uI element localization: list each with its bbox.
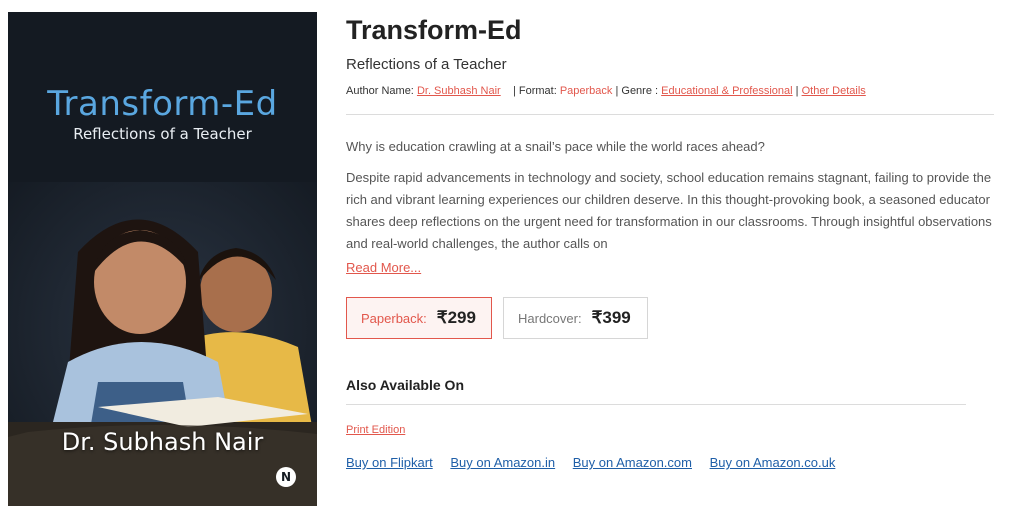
print-edition-link[interactable]: Print Edition (346, 424, 405, 436)
book-title: Transform-Ed (346, 15, 522, 45)
cover-author: Dr. Subhash Nair (61, 428, 264, 456)
cover-illustration (8, 182, 317, 506)
buy-amazon-co-uk-link[interactable]: Buy on Amazon.co.uk (710, 455, 836, 470)
author-label: Author Name: (346, 85, 414, 97)
hardcover-label: Hardcover: (518, 310, 582, 326)
divider (346, 404, 966, 405)
also-available-heading: Also Available On (346, 377, 464, 393)
hardcover-price-option[interactable]: Hardcover: ₹399 (503, 297, 648, 339)
cover-subtitle: Reflections of a Teacher (73, 125, 252, 143)
buy-amazon-in-link[interactable]: Buy on Amazon.in (450, 455, 555, 470)
genre-link[interactable]: Educational & Professional (661, 85, 792, 97)
format-value: Paperback (559, 85, 613, 97)
format-label: | Format: (512, 85, 557, 97)
meta-separator: | (795, 85, 799, 97)
author-link[interactable]: Dr. Subhash Nair (417, 85, 501, 97)
book-cover[interactable]: Transform-Ed Reflections of a Teacher Dr… (8, 12, 317, 506)
paperback-price: ₹299 (436, 308, 476, 327)
description-body: Despite rapid advancements in technology… (346, 170, 992, 251)
paperback-price-option[interactable]: Paperback: ₹299 (346, 297, 492, 339)
genre-label: | Genre : (615, 85, 659, 97)
buy-links: Buy on Flipkart Buy on Amazon.in Buy on … (346, 455, 849, 470)
cover-title: Transform-Ed (47, 84, 278, 124)
read-more-link[interactable]: Read More... (346, 260, 421, 275)
book-subtitle: Reflections of a Teacher (346, 56, 507, 73)
publisher-logo-icon: N (276, 467, 296, 487)
divider (346, 114, 994, 115)
book-description: Why is education crawling at a snail’s p… (346, 136, 996, 255)
paperback-label: Paperback: (361, 310, 427, 326)
buy-flipkart-link[interactable]: Buy on Flipkart (346, 455, 433, 470)
book-meta: Author Name: Dr. Subhash Nair | Format: … (346, 85, 996, 97)
description-question: Why is education crawling at a snail’s p… (346, 139, 765, 154)
book-details: Transform-Ed Reflections of a Teacher Au… (346, 14, 996, 470)
other-details-link[interactable]: Other Details (802, 85, 866, 97)
buy-amazon-com-link[interactable]: Buy on Amazon.com (573, 455, 692, 470)
hardcover-price: ₹399 (591, 308, 631, 327)
